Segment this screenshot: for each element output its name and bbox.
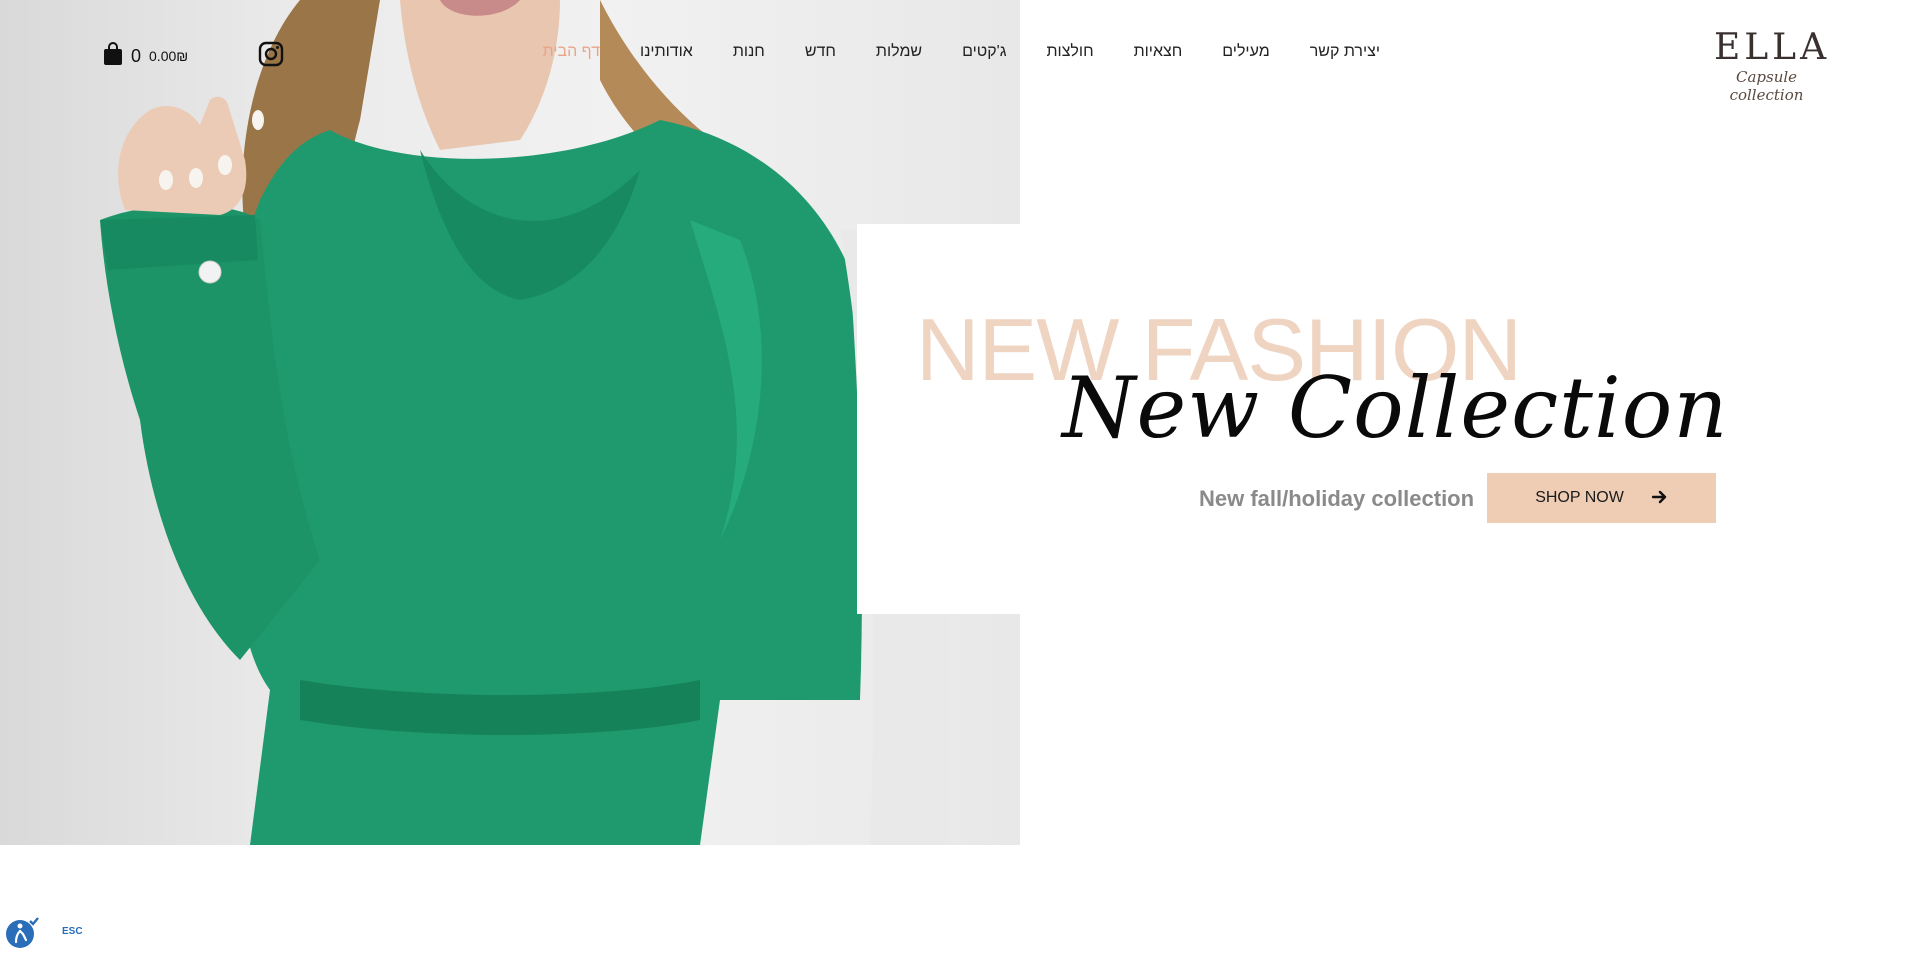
cart-count: 0 [131,45,142,66]
instagram-icon[interactable] [258,41,286,69]
brand-logo[interactable]: ELLA Capsule collection [1714,27,1831,105]
nav-item-dresses[interactable]: שמלות [876,40,922,64]
shopping-bag-icon [103,42,123,70]
main-navigation: דף הבית אודותינו חנות חדש שמלות ג'קטים ח… [543,40,1380,64]
hero-tagline: New fall/holiday collection [1199,486,1475,511]
esc-label[interactable]: ESC [62,926,83,937]
cart-widget[interactable]: 0 0.00₪ [103,42,189,70]
hero-headline: New Collection [1062,359,1729,457]
nav-item-coats[interactable]: מעילים [1222,40,1269,64]
nav-item-jackets[interactable]: ג'קטים [962,40,1006,64]
logo-wordmark: ELLA [1714,27,1831,68]
cart-total: 0.00₪ [149,48,189,64]
shop-now-button[interactable]: SHOP NOW [1487,473,1716,523]
arrow-right-icon [1651,489,1668,508]
accessibility-icon[interactable] [5,916,39,950]
nav-item-home[interactable]: דף הבית [543,40,600,64]
nav-item-contact[interactable]: יצירת קשר [1310,40,1380,64]
logo-tagline: Capsule collection [1729,68,1804,104]
nav-item-shirts[interactable]: חולצות [1047,40,1094,64]
nav-item-about[interactable]: אודותינו [640,40,693,64]
nav-item-new[interactable]: חדש [805,40,836,64]
shop-now-label: SHOP NOW [1535,489,1624,506]
nav-item-shop[interactable]: חנות [733,40,765,64]
nav-item-skirts[interactable]: חצאיות [1134,40,1183,64]
